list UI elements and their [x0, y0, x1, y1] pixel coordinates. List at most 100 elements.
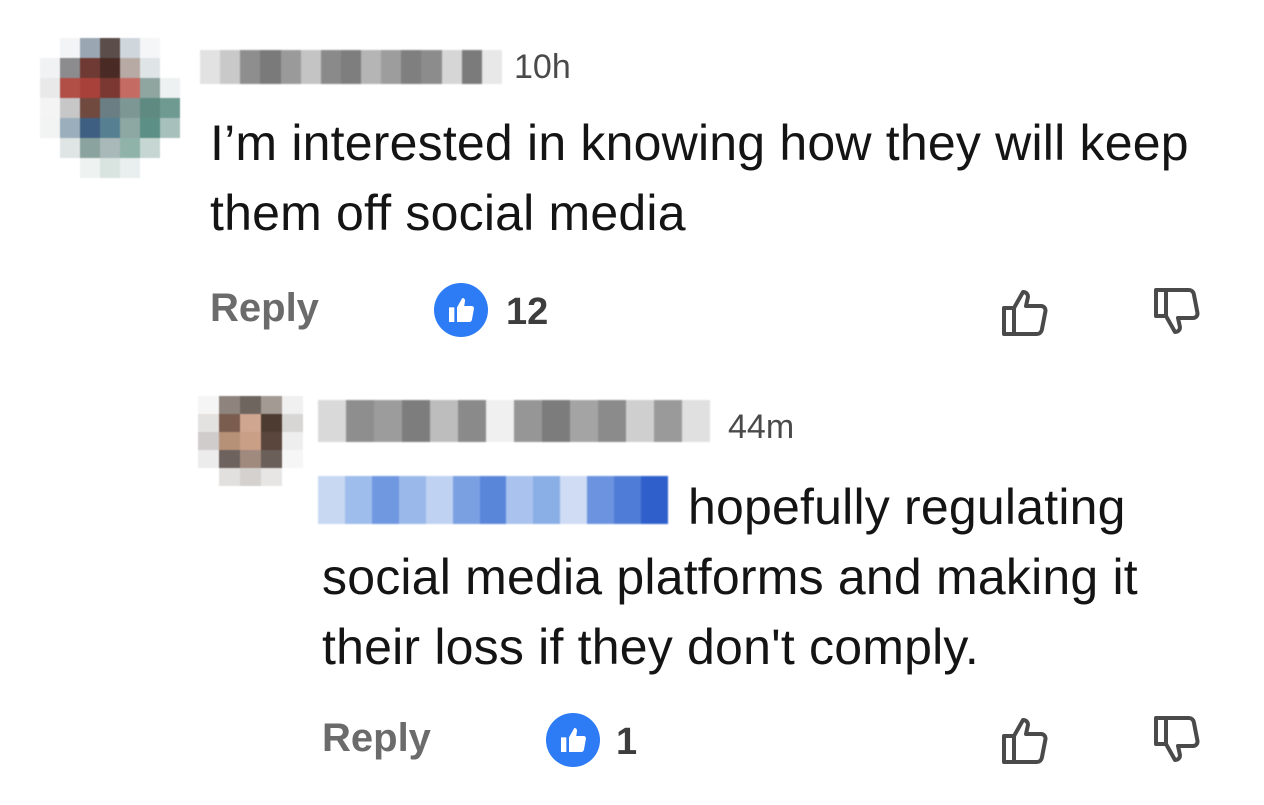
comment-timestamp: 10h	[514, 48, 571, 86]
avatar-pixel	[60, 158, 80, 178]
avatar-pixel	[60, 58, 80, 78]
avatar-pixel	[80, 138, 100, 158]
redaction-pixel	[481, 50, 502, 84]
avatar[interactable]	[198, 396, 303, 486]
avatar-pixel	[140, 98, 160, 118]
reply-text: social media platforms and making it the…	[322, 549, 1138, 675]
redaction-pixel	[401, 50, 422, 84]
redacted-username[interactable]	[200, 50, 502, 84]
reply-button[interactable]: Reply	[322, 718, 431, 758]
avatar-pixel	[160, 118, 180, 138]
avatar-pixel	[261, 414, 282, 432]
avatar-pixel	[80, 158, 100, 178]
avatar-pixel	[282, 450, 303, 468]
redaction-pixel	[320, 50, 341, 84]
avatar-pixel	[40, 98, 60, 118]
avatar-pixel	[140, 78, 160, 98]
avatar-pixel	[60, 118, 80, 138]
avatar-pixel	[219, 396, 240, 414]
redaction-pixel	[200, 50, 221, 84]
avatar-pixel	[160, 78, 180, 98]
redaction-pixel	[641, 476, 668, 524]
redaction-pixel	[654, 400, 682, 442]
thumbs-down-icon[interactable]	[1148, 710, 1208, 770]
redaction-pixel	[402, 400, 430, 442]
avatar-pixel	[160, 138, 180, 158]
reply-button[interactable]: Reply	[210, 288, 319, 328]
avatar-pixel	[100, 158, 120, 178]
avatar-pixel	[80, 38, 100, 58]
avatar-pixel	[100, 58, 120, 78]
avatar-pixel	[160, 158, 180, 178]
thumbs-down-icon[interactable]	[1148, 282, 1208, 342]
redaction-pixel	[461, 50, 482, 84]
redaction-pixel	[614, 476, 642, 524]
redaction-pixel	[220, 50, 241, 84]
avatar-pixel	[240, 396, 261, 414]
redacted-username[interactable]	[318, 400, 710, 442]
avatar-pixel	[60, 78, 80, 98]
redaction-pixel	[371, 476, 399, 524]
redaction-pixel	[398, 476, 426, 524]
avatar-pixel	[198, 414, 219, 432]
avatar-pixel	[160, 98, 180, 118]
redaction-pixel	[381, 50, 402, 84]
avatar-pixel	[40, 118, 60, 138]
avatar-pixel	[100, 138, 120, 158]
redaction-pixel	[318, 400, 346, 442]
thumbs-up-icon	[449, 298, 474, 322]
avatar-pixel	[240, 468, 261, 486]
like-reaction-icon	[546, 713, 600, 767]
redaction-pixel	[374, 400, 402, 442]
avatar-pixel	[40, 38, 60, 58]
avatar-pixel	[282, 432, 303, 450]
avatar-pixel	[80, 78, 100, 98]
thumbs-up-icon[interactable]	[996, 710, 1056, 770]
redaction-pixel	[425, 476, 453, 524]
like-reaction-icon	[434, 283, 488, 337]
avatar-pixel	[261, 396, 282, 414]
redaction-pixel	[570, 400, 598, 442]
avatar-pixel	[160, 58, 180, 78]
redaction-pixel	[280, 50, 301, 84]
avatar-pixel	[261, 450, 282, 468]
avatar-pixel	[140, 138, 160, 158]
avatar-pixel	[219, 414, 240, 432]
redacted-mention-tag[interactable]	[318, 476, 668, 524]
redaction-pixel	[240, 50, 261, 84]
avatar-pixel	[140, 118, 160, 138]
reply-text-line1: hopefully regulating	[688, 479, 1126, 535]
redaction-pixel	[626, 400, 654, 442]
redaction-pixel	[318, 476, 345, 524]
redaction-pixel	[533, 476, 561, 524]
avatar-pixel	[100, 98, 120, 118]
avatar-pixel	[120, 138, 140, 158]
avatar-pixel	[80, 58, 100, 78]
avatar-pixel	[140, 38, 160, 58]
avatar-pixel	[120, 58, 140, 78]
avatar[interactable]	[40, 38, 180, 178]
avatar-pixel	[120, 98, 140, 118]
avatar-pixel	[60, 38, 80, 58]
avatar-pixel	[282, 414, 303, 432]
avatar-pixel	[120, 158, 140, 178]
avatar-pixel	[198, 432, 219, 450]
avatar-pixel	[198, 468, 219, 486]
redaction-pixel	[682, 400, 710, 442]
avatar-pixel	[120, 38, 140, 58]
avatar-pixel	[240, 432, 261, 450]
thumbs-up-icon	[561, 728, 586, 752]
thumbs-up-icon[interactable]	[996, 282, 1056, 342]
avatar-pixel	[40, 78, 60, 98]
avatar-pixel	[261, 468, 282, 486]
avatar-pixel	[100, 38, 120, 58]
avatar-pixel	[198, 450, 219, 468]
avatar-pixel	[60, 138, 80, 158]
redaction-pixel	[514, 400, 542, 442]
redaction-pixel	[361, 50, 382, 84]
redaction-pixel	[430, 400, 458, 442]
avatar-pixel	[40, 58, 60, 78]
redaction-pixel	[458, 400, 486, 442]
redaction-pixel	[340, 50, 361, 84]
avatar-pixel	[240, 450, 261, 468]
